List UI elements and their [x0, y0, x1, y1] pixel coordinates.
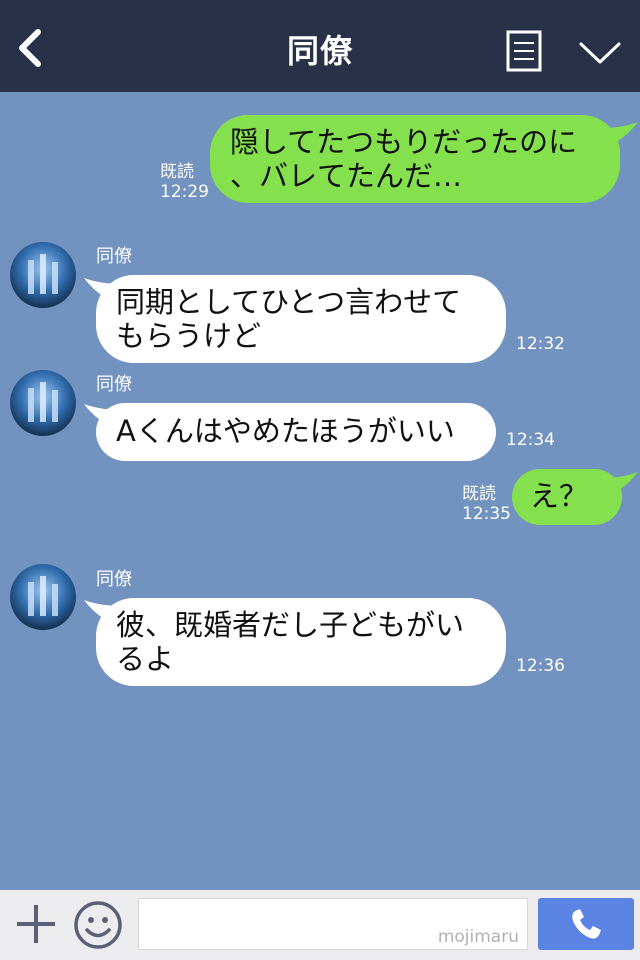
message-text: 隠してたつもりだったのに 、バレてたんだ…: [230, 125, 578, 193]
input-bar: mojimaru: [0, 890, 640, 960]
message-time: 12:34: [506, 430, 555, 450]
avatar[interactable]: [10, 564, 76, 630]
message-bubble[interactable]: 彼、既婚者だし子どもがい るよ: [96, 598, 506, 686]
message-input[interactable]: mojimaru: [138, 898, 528, 950]
chat-header: 同僚: [0, 0, 640, 92]
plus-icon[interactable]: [14, 902, 58, 946]
watermark: mojimaru: [437, 927, 519, 947]
message-bubble[interactable]: 同期としてひとつ言わせて もらうけど: [96, 275, 506, 363]
call-button[interactable]: [538, 898, 634, 950]
message-list[interactable]: 既読 12:29 隠してたつもりだったのに 、バレてたんだ… 同僚 同期としてひ…: [0, 92, 640, 890]
sender-name: 同僚: [96, 569, 132, 590]
message-text: Aくんはやめたほうがいい: [116, 414, 455, 448]
smiley-icon[interactable]: [72, 899, 124, 951]
chevron-down-icon[interactable]: [578, 40, 622, 66]
message-bubble[interactable]: Aくんはやめたほうがいい: [96, 403, 496, 461]
read-receipt: 既読: [462, 484, 496, 504]
message-time: 12:29: [160, 182, 209, 202]
message-text: 彼、既婚者だし子どもがい るよ: [116, 608, 465, 676]
read-receipt: 既読: [160, 162, 194, 182]
sender-name: 同僚: [96, 374, 132, 395]
message-time: 12:35: [462, 504, 511, 524]
avatar[interactable]: [10, 370, 76, 436]
message-text: 同期としてひとつ言わせて もらうけど: [116, 285, 462, 353]
message-time: 12:32: [516, 334, 565, 354]
message-text: え？: [530, 479, 589, 513]
chat-title: 同僚: [286, 32, 353, 70]
memo-icon[interactable]: [506, 30, 542, 72]
message-time: 12:36: [516, 656, 565, 676]
message-bubble[interactable]: 隠してたつもりだったのに 、バレてたんだ…: [210, 115, 620, 203]
phone-icon: [572, 909, 601, 939]
message-bubble[interactable]: え？: [512, 469, 622, 525]
avatar[interactable]: [10, 242, 76, 308]
sender-name: 同僚: [96, 246, 132, 267]
